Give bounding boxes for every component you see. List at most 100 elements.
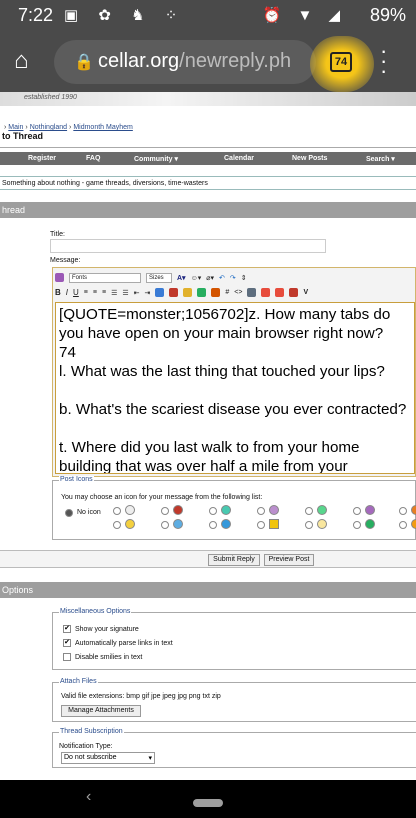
vimeo-icon[interactable]: V	[303, 289, 308, 296]
youtube-icon[interactable]	[261, 288, 271, 297]
outdent-icon[interactable]: ⇤	[134, 289, 140, 297]
exclaim-icon	[411, 519, 416, 529]
radio-no-icon[interactable]	[65, 509, 73, 517]
quote-icon[interactable]	[211, 288, 221, 297]
radio-icon-3[interactable]	[161, 507, 169, 515]
warning-icon	[269, 519, 279, 529]
unlink-icon[interactable]	[169, 288, 179, 297]
breadcrumb: › Main › Nothingland › Midmonth Mayhem	[4, 124, 133, 131]
reply-section-header: hread	[0, 202, 416, 218]
disable-smilies-checkbox[interactable]	[63, 653, 71, 661]
radio-icon-10[interactable]	[305, 521, 313, 529]
parse-links-checkbox[interactable]: ✔	[63, 639, 71, 647]
address-bar[interactable]: 🔒 cellar.org/newreply.ph	[54, 40, 316, 84]
radio-icon-4[interactable]	[161, 521, 169, 529]
link-icon[interactable]	[155, 288, 165, 297]
indent-icon[interactable]: ⇥	[145, 289, 151, 297]
site-banner: established 1990	[0, 92, 416, 106]
unordered-list-icon[interactable]: ☰	[122, 289, 128, 297]
breadcrumb-main[interactable]: Main	[8, 124, 23, 131]
code-icon[interactable]: <>	[234, 289, 242, 296]
browser-menu-icon[interactable]: · · ·	[380, 40, 387, 82]
email-icon[interactable]	[183, 288, 193, 297]
radio-icon-12[interactable]	[353, 521, 361, 529]
underline-icon[interactable]: U	[73, 288, 79, 297]
attach-icon[interactable]: ⌀▾	[206, 274, 214, 282]
radio-icon-1[interactable]	[113, 507, 121, 515]
show-signature-checkbox[interactable]: ✔	[63, 625, 71, 633]
radio-icon-6[interactable]	[209, 521, 217, 529]
chevron-down-icon: ▾	[148, 755, 152, 762]
url-text: cellar.org/newreply.ph	[98, 50, 292, 72]
radio-icon-8[interactable]	[257, 521, 265, 529]
back-icon[interactable]: ‹	[86, 788, 91, 806]
battery-indicator: 89%	[369, 5, 406, 25]
message-textarea[interactable]: [QUOTE=monster;1056702]z. How many tabs …	[55, 302, 415, 474]
message-label: Message:	[50, 257, 81, 264]
web-page: established 1990 › Main › Nothingland › …	[0, 92, 416, 780]
php-icon[interactable]	[247, 288, 257, 297]
grin-icon	[317, 505, 327, 515]
notification-type-label: Notification Type:	[59, 743, 113, 750]
nav-search[interactable]: Search ▾	[366, 155, 395, 163]
nav-faq[interactable]: FAQ	[86, 155, 100, 162]
align-center-icon[interactable]: ≡	[93, 289, 97, 296]
mad-icon	[411, 505, 416, 515]
text-color-icon[interactable]: A▾	[177, 274, 186, 282]
status-time: 7:22	[18, 5, 54, 25]
submit-row: Submit Reply Preview Post	[0, 550, 416, 568]
smilie-icon[interactable]: ☺▾	[191, 274, 202, 282]
radio-icon-9[interactable]	[305, 507, 313, 515]
switch-mode-icon[interactable]	[55, 273, 64, 282]
submit-reply-button[interactable]: Submit Reply	[208, 554, 260, 566]
undo-icon[interactable]: ↶	[219, 274, 225, 282]
size-select[interactable]: Sizes	[146, 272, 172, 283]
tab-switcher-button[interactable]: 74	[330, 52, 352, 72]
page-title: to Thread	[2, 131, 44, 141]
bold-icon[interactable]: B	[55, 288, 61, 297]
nav-community[interactable]: Community ▾	[134, 155, 178, 163]
align-left-icon[interactable]: ≡	[84, 289, 88, 296]
resize-icon[interactable]: ⇕	[241, 274, 247, 282]
nav-register[interactable]: Register	[28, 155, 56, 162]
no-icon-label: No icon	[77, 509, 101, 516]
preview-post-button[interactable]: Preview Post	[264, 554, 314, 566]
attach-files-fieldset: Attach Files Valid file extensions: bmp …	[52, 678, 416, 722]
frown-icon	[365, 505, 375, 515]
system-navigation-bar: ‹	[0, 780, 416, 818]
notification-icons: ▣ ✿ ♞ ⁘	[64, 7, 186, 24]
thread-subscription-fieldset: Thread Subscription Notification Type: D…	[52, 728, 416, 768]
home-icon[interactable]: ⌂	[14, 48, 40, 74]
youtube-icon-2[interactable]	[275, 288, 285, 297]
show-signature-label: Show your signature	[75, 626, 139, 633]
notification-type-select[interactable]: Do not subscribe ▾	[61, 752, 155, 764]
radio-icon-7[interactable]	[257, 507, 265, 515]
lock-icon: 🔒	[74, 54, 94, 71]
title-label: Title:	[50, 231, 65, 238]
image-icon[interactable]	[197, 288, 207, 297]
italic-icon[interactable]: I	[66, 288, 68, 297]
breadcrumb-nothingland[interactable]: Nothingland	[30, 124, 67, 131]
title-input[interactable]	[50, 239, 326, 253]
manage-attachments-button[interactable]: Manage Attachments	[61, 705, 141, 717]
lightbulb-icon	[317, 519, 327, 529]
browser-toolbar: ⌂ 🔒 cellar.org/newreply.ph 74 · · ·	[0, 32, 416, 92]
breadcrumb-midmonth[interactable]: Midmonth Mayhem	[73, 124, 133, 131]
radio-icon-14[interactable]	[399, 521, 407, 529]
ordered-list-icon[interactable]: ☰	[111, 289, 117, 297]
redo-icon[interactable]: ↷	[230, 274, 236, 282]
parse-links-label: Automatically parse links in text	[75, 640, 173, 647]
question-icon	[173, 505, 183, 515]
nav-new-posts[interactable]: New Posts	[292, 155, 327, 162]
align-right-icon[interactable]: ≡	[102, 289, 106, 296]
radio-icon-2[interactable]	[113, 521, 121, 529]
radio-icon-11[interactable]	[353, 507, 361, 515]
font-select[interactable]: Fonts	[69, 272, 141, 283]
hash-icon[interactable]: #	[225, 289, 229, 296]
home-gesture-pill[interactable]	[193, 799, 223, 807]
post-icons-instruction: You may choose an icon for your message …	[61, 494, 263, 501]
nav-calendar[interactable]: Calendar	[224, 155, 254, 162]
video-icon[interactable]	[289, 288, 299, 297]
radio-icon-13[interactable]	[399, 507, 407, 515]
radio-icon-5[interactable]	[209, 507, 217, 515]
